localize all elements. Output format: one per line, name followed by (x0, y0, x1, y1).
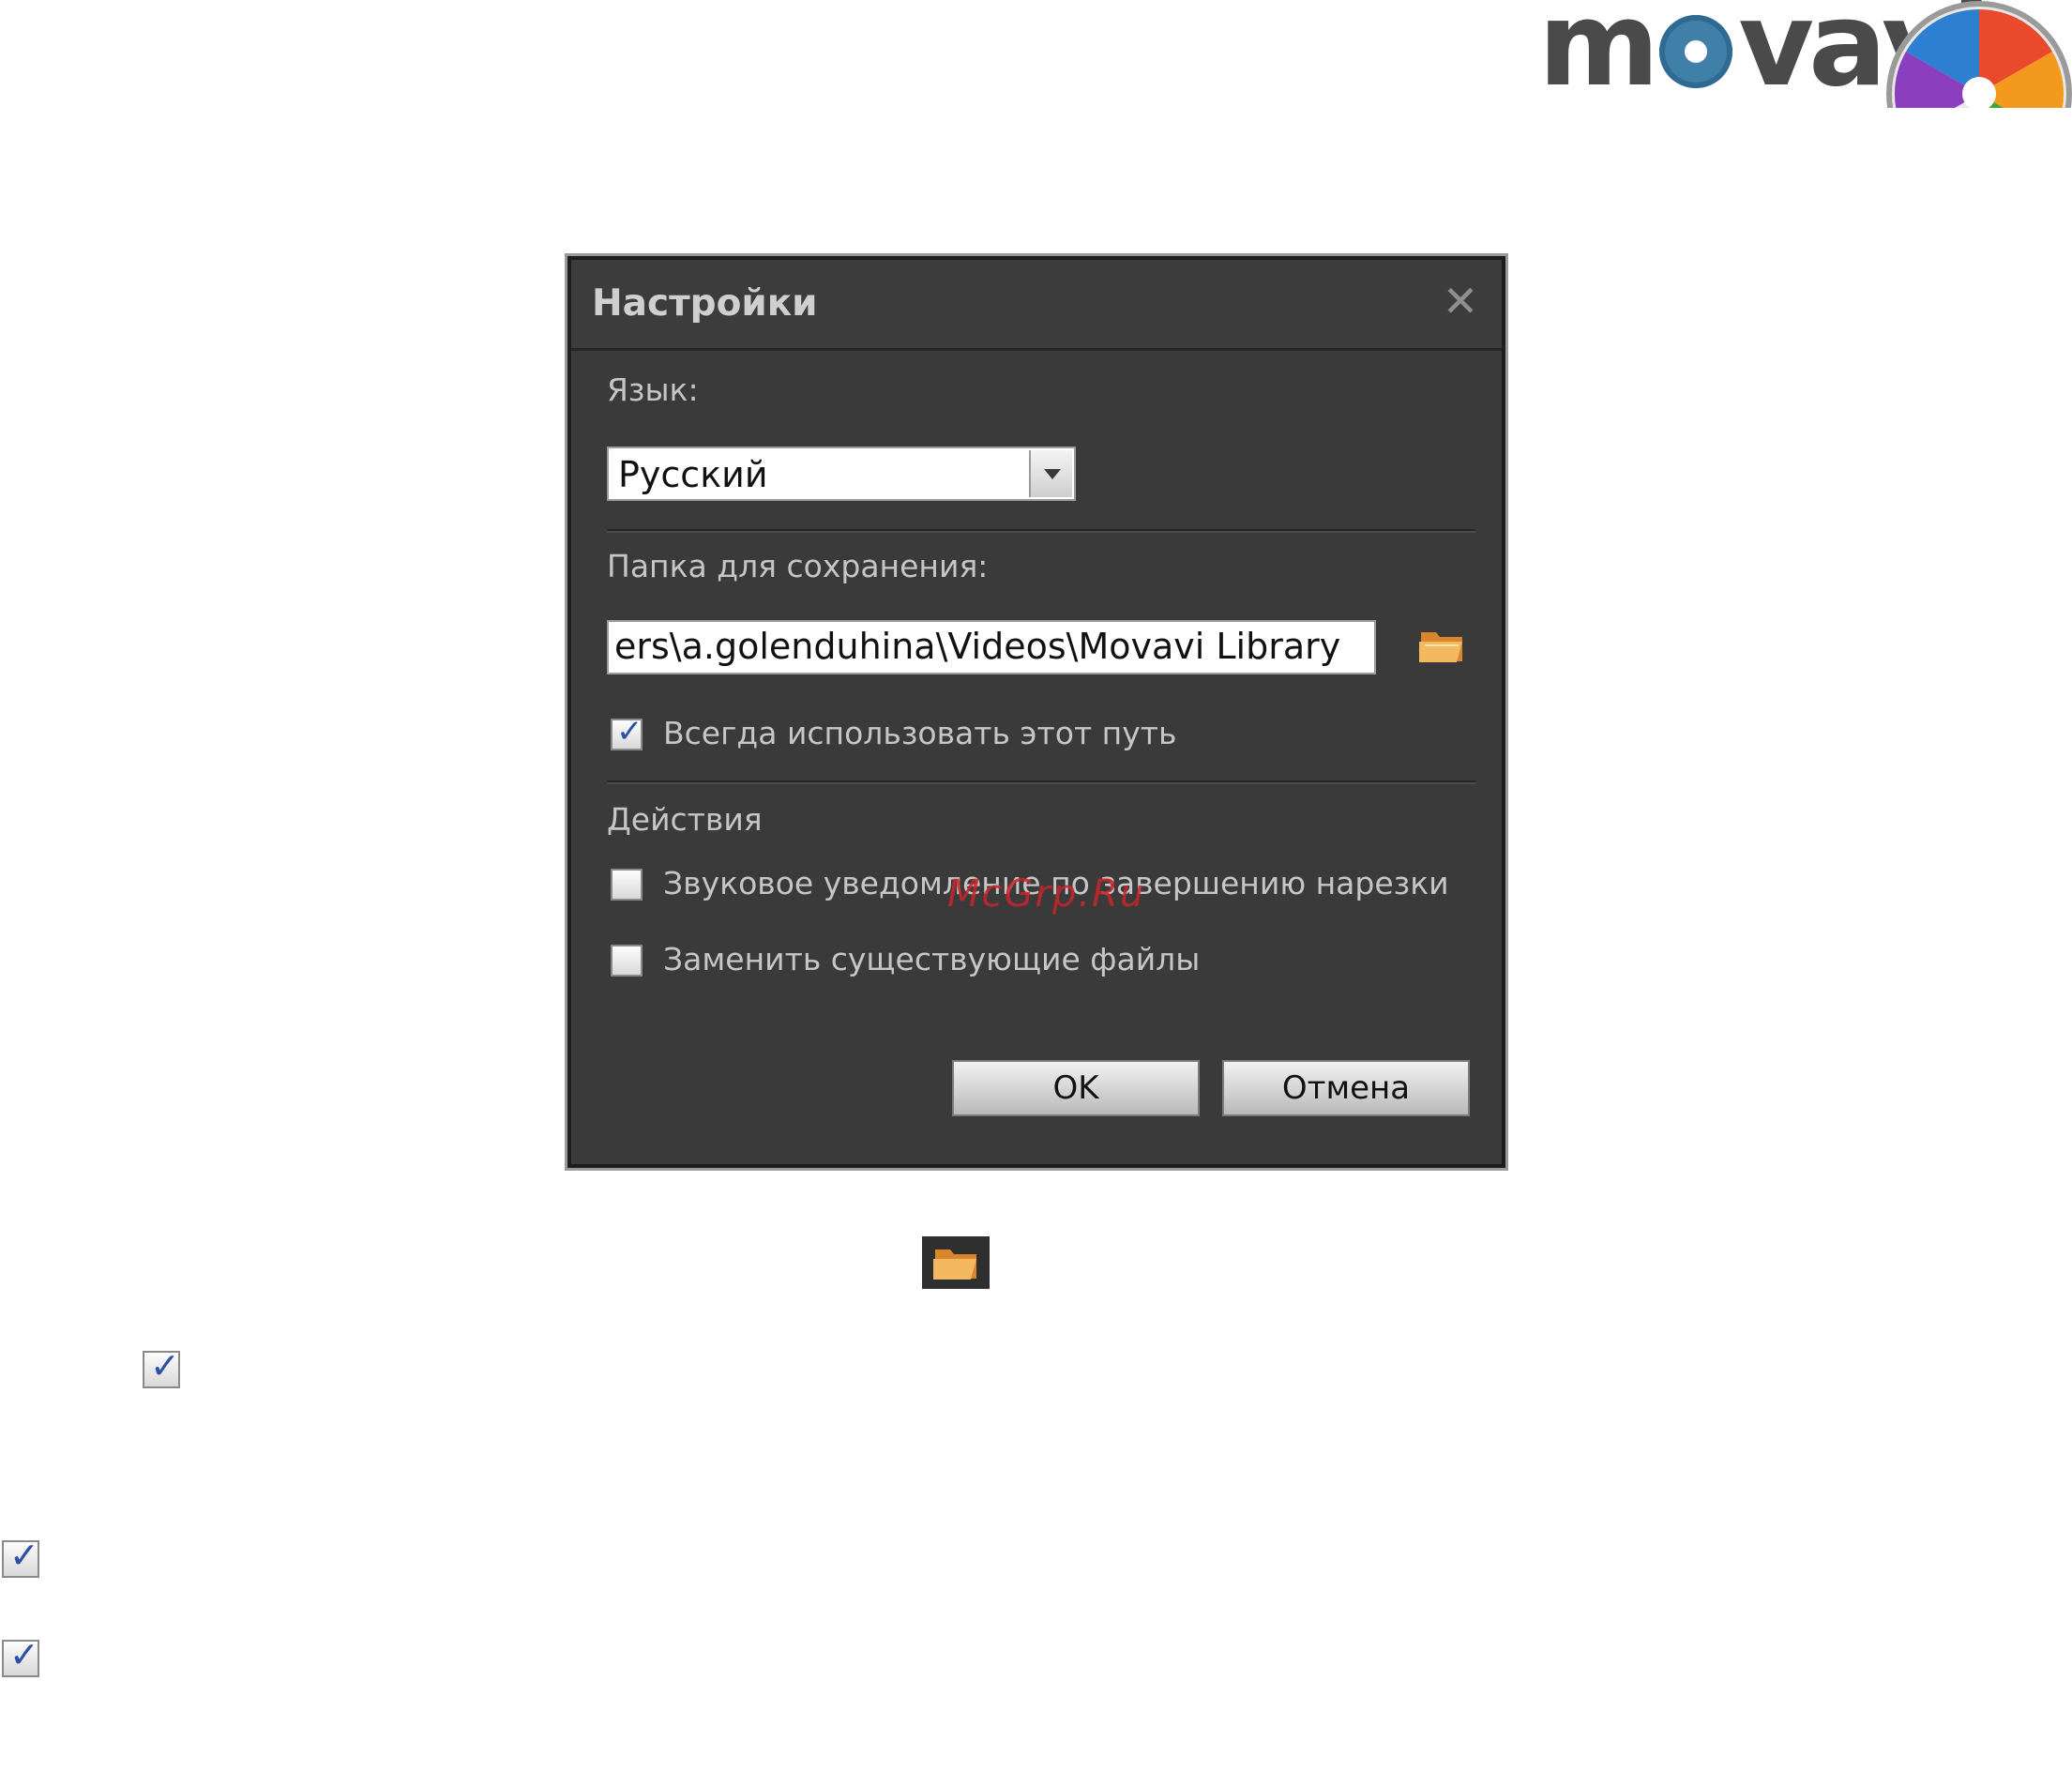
replace-files-checkbox[interactable] (611, 945, 643, 977)
checked-checkbox-icon (2, 1535, 39, 1578)
language-select[interactable]: Русский (607, 447, 1076, 501)
divider (607, 529, 1475, 533)
sound-notification-checkbox[interactable] (611, 869, 643, 901)
settings-dialog: Настройки ✕ Язык: Русский Папка для сохр… (565, 253, 1508, 1171)
dialog-titlebar: Настройки ✕ (571, 260, 1502, 351)
chevron-down-icon[interactable] (1029, 450, 1072, 497)
save-folder-label: Папка для сохранения: (607, 548, 989, 584)
divider (607, 780, 1475, 784)
folder-open-icon[interactable] (1417, 623, 1468, 668)
dialog-title: Настройки (592, 282, 818, 325)
close-icon[interactable]: ✕ (1440, 280, 1481, 323)
cancel-button[interactable]: Отмена (1222, 1060, 1470, 1116)
checked-checkbox-icon (2, 1634, 39, 1677)
folder-open-icon (922, 1236, 990, 1289)
always-use-path-label: Всегда использовать этот путь (663, 715, 1177, 751)
always-use-path-checkbox[interactable] (611, 713, 643, 750)
dialog-body: Язык: Русский Папка для сохранения: ers\… (571, 351, 1502, 1164)
replace-files-label: Заменить существующие файлы (663, 941, 1201, 977)
language-select-value: Русский (618, 454, 768, 495)
checked-checkbox-icon (143, 1345, 180, 1388)
ok-button[interactable]: OK (952, 1060, 1200, 1116)
actions-label: Действия (607, 801, 763, 838)
save-folder-path-input[interactable]: ers\a.golenduhina\Videos\Movavi Library (607, 620, 1376, 674)
watermark: McGrp.Ru (947, 872, 1146, 916)
movavi-pinwheel-icon (1886, 1, 2072, 108)
movavi-logo: m vavi (1538, 0, 2072, 108)
language-label: Язык: (607, 371, 699, 408)
